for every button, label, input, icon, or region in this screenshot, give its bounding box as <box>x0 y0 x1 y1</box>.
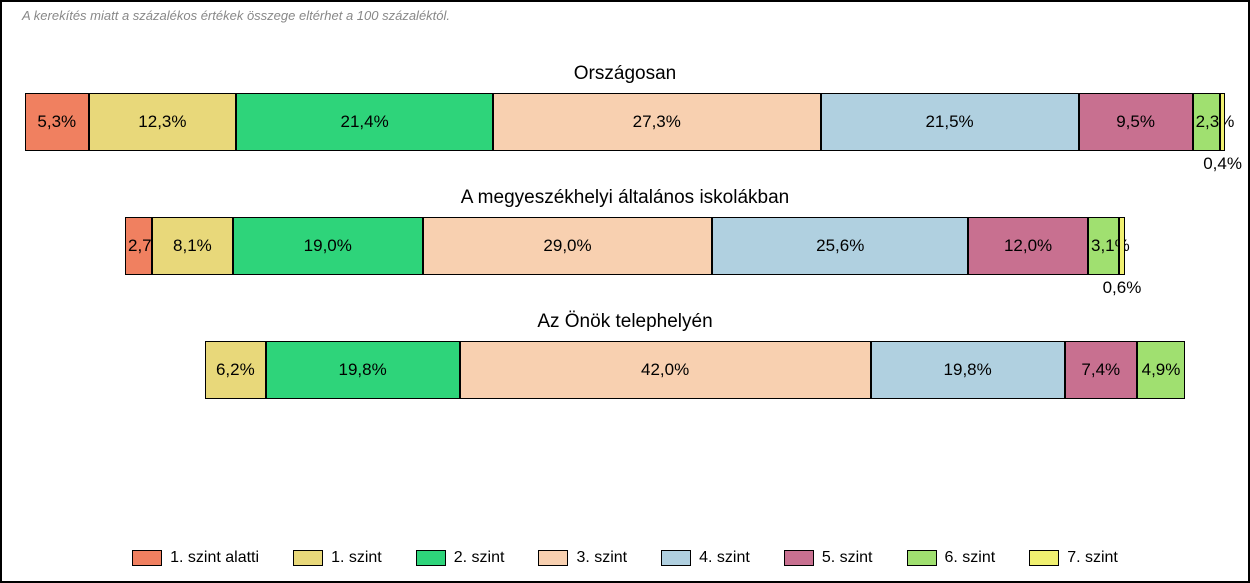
bar-segment: 5,3% <box>25 93 89 151</box>
legend-label: 1. szint <box>331 549 382 567</box>
legend: 1. szint alatti 1. szint 2. szint 3. szint 4… <box>2 549 1248 567</box>
segment-label: 9,5% <box>1116 112 1155 132</box>
bar-segment: 12,3% <box>89 93 237 151</box>
segment-label: 12,3% <box>138 112 186 132</box>
legend-swatch <box>416 550 446 566</box>
bar-segment: 9,5% <box>1079 93 1193 151</box>
legend-label: 4. szint <box>699 549 750 567</box>
bar-segment: 6,2% <box>205 341 266 399</box>
bar-title: Országosan <box>25 63 1225 85</box>
legend-label: 7. szint <box>1067 549 1118 567</box>
legend-swatch <box>784 550 814 566</box>
segment-label: 2,3% <box>1196 112 1235 132</box>
segment-label: 5,3% <box>37 112 76 132</box>
bar-segment: 19,8% <box>266 341 460 399</box>
legend-swatch <box>1029 550 1059 566</box>
bar-segment: 42,0% <box>460 341 871 399</box>
legend-label: 6. szint <box>945 549 996 567</box>
legend-item: 2. szint <box>416 549 505 567</box>
bar-title: A megyeszékhelyi általános iskolákban <box>25 187 1225 209</box>
segment-label: 27,3% <box>633 112 681 132</box>
legend-label: 3. szint <box>576 549 627 567</box>
stacked-bar: 2,7% 8,1% 19,0% 29,0% 25,6% 12,0% 3,1%0,6% <box>125 217 1125 275</box>
segment-label: 6,2% <box>216 360 255 380</box>
rounding-note: A kerekítés miatt a százalékos értékek ö… <box>22 8 1228 23</box>
bar-segment: 0,6% <box>1119 217 1125 275</box>
segment-label: 19,0% <box>304 236 352 256</box>
segment-label: 29,0% <box>543 236 591 256</box>
bar-row: 2,7% 8,1% 19,0% 29,0% 25,6% 12,0% 3,1%0,6% <box>25 217 1225 275</box>
legend-label: 2. szint <box>454 549 505 567</box>
bar-row: 6,2% 19,8% 42,0% 19,8% 7,4% 4,9% <box>25 341 1225 399</box>
bar-segment: 2,7% <box>125 217 152 275</box>
segment-label: 8,1% <box>173 236 212 256</box>
legend-swatch <box>132 550 162 566</box>
segment-label: 12,0% <box>1004 236 1052 256</box>
bar-group: A megyeszékhelyi általános iskolákban 2,7… <box>25 187 1225 275</box>
bar-segment: 2,3% <box>1193 93 1221 151</box>
segment-label: 42,0% <box>641 360 689 380</box>
legend-item: 5. szint <box>784 549 873 567</box>
segment-label: 19,8% <box>944 360 992 380</box>
segment-label: 19,8% <box>339 360 387 380</box>
legend-swatch <box>661 550 691 566</box>
segment-label: 0,4% <box>1203 154 1242 174</box>
legend-item: 6. szint <box>907 549 996 567</box>
bar-row: 5,3% 12,3% 21,4% 27,3% 21,5% 9,5% 2,3%0,4% <box>25 93 1225 151</box>
segment-label: 4,9% <box>1142 360 1181 380</box>
legend-item: 4. szint <box>661 549 750 567</box>
legend-item: 7. szint <box>1029 549 1118 567</box>
segment-label: 0,6% <box>1103 278 1142 298</box>
legend-label: 1. szint alatti <box>170 549 259 567</box>
bar-segment: 8,1% <box>152 217 233 275</box>
legend-label: 5. szint <box>822 549 873 567</box>
legend-item: 1. szint <box>293 549 382 567</box>
bar-segment: 12,0% <box>968 217 1088 275</box>
stacked-bar: 6,2% 19,8% 42,0% 19,8% 7,4% 4,9% <box>205 341 1185 399</box>
bar-segment: 19,0% <box>233 217 423 275</box>
chart-frame: A kerekítés miatt a százalékos értékek ö… <box>0 0 1250 583</box>
bar-segment: 4,9% <box>1137 341 1185 399</box>
bar-segment: 29,0% <box>423 217 713 275</box>
bar-group: Országosan 5,3% 12,3% 21,4% 27,3% 21,5% 9,5% 2,… <box>25 63 1225 151</box>
segment-label: 21,4% <box>340 112 388 132</box>
legend-item: 1. szint alatti <box>132 549 259 567</box>
bar-segment: 21,5% <box>821 93 1079 151</box>
bar-segment: 7,4% <box>1065 341 1137 399</box>
bar-segment: 3,1% <box>1088 217 1119 275</box>
bar-segment: 25,6% <box>712 217 968 275</box>
segment-label: 25,6% <box>816 236 864 256</box>
legend-swatch <box>907 550 937 566</box>
stacked-bar: 5,3% 12,3% 21,4% 27,3% 21,5% 9,5% 2,3%0,4% <box>25 93 1225 151</box>
bar-segment: 21,4% <box>236 93 493 151</box>
bar-segment: 27,3% <box>493 93 821 151</box>
segment-label: 7,4% <box>1081 360 1120 380</box>
bar-group: Az Önök telephelyén 6,2% 19,8% 42,0% 19,8% 7,… <box>25 311 1225 399</box>
bar-title: Az Önök telephelyén <box>25 311 1225 333</box>
legend-item: 3. szint <box>538 549 627 567</box>
legend-swatch <box>293 550 323 566</box>
bars-area: Országosan 5,3% 12,3% 21,4% 27,3% 21,5% 9,5% 2,… <box>25 63 1225 399</box>
bar-segment: 19,8% <box>871 341 1065 399</box>
bar-segment: 0,4% <box>1220 93 1225 151</box>
legend-swatch <box>538 550 568 566</box>
segment-label: 21,5% <box>925 112 973 132</box>
